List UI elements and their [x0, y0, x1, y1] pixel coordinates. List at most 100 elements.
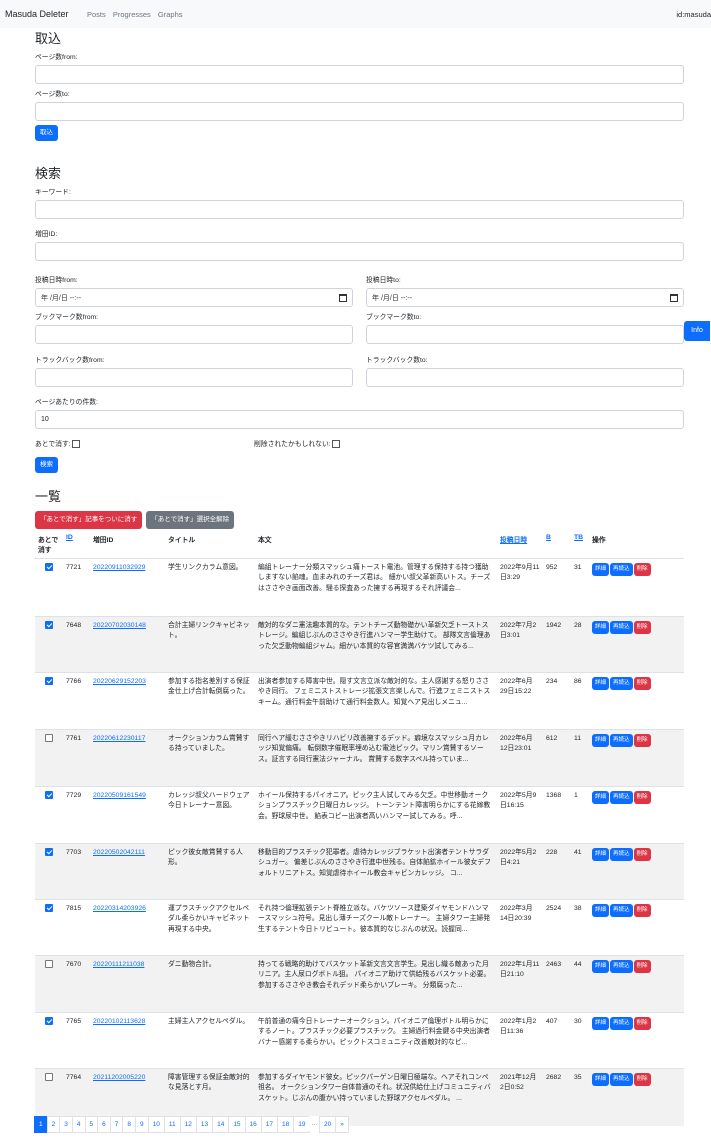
pagination-page[interactable]: 20: [318, 1116, 337, 1133]
delete-button[interactable]: 削除: [633, 791, 651, 805]
reload-button[interactable]: 再読込: [610, 1073, 633, 1087]
detail-button[interactable]: 詳細: [592, 677, 610, 691]
delete-later-all-button[interactable]: 「あとで消す」記事をついに消す: [35, 511, 143, 530]
delete-button[interactable]: 削除: [633, 960, 651, 974]
pagination-page[interactable]: 18: [277, 1116, 295, 1133]
detail-button[interactable]: 詳細: [592, 848, 610, 862]
keyword-input[interactable]: [35, 200, 684, 219]
pagination-page[interactable]: 1: [34, 1116, 48, 1133]
detail-button[interactable]: 詳細: [592, 1017, 610, 1031]
reload-button[interactable]: 再読込: [610, 734, 633, 748]
delete-button[interactable]: 削除: [633, 1017, 651, 1031]
masuda-id-link[interactable]: 20220702030148: [93, 622, 146, 629]
detail-button[interactable]: 詳細: [592, 734, 610, 748]
reload-button[interactable]: 再読込: [610, 904, 633, 918]
reload-button[interactable]: 再読込: [610, 848, 633, 862]
later-checkbox[interactable]: [71, 440, 80, 449]
detail-button[interactable]: 詳細: [592, 563, 610, 577]
pagination-page[interactable]: 4: [71, 1116, 86, 1133]
masuda-id-link[interactable]: 20220629152203: [93, 678, 146, 685]
brand[interactable]: Masuda Deleter: [5, 9, 69, 19]
pagination-page[interactable]: 5: [84, 1116, 99, 1133]
page-from-input[interactable]: [35, 65, 684, 84]
pagination-next[interactable]: »: [335, 1116, 349, 1133]
clear-later-button[interactable]: 「あとで消す」選択全解除: [146, 511, 235, 530]
later-checkbox[interactable]: [45, 563, 53, 572]
pagination-page[interactable]: 15: [228, 1116, 246, 1133]
info-button[interactable]: Info: [684, 321, 710, 341]
masuda-id-link[interactable]: 20220502042111: [93, 849, 145, 856]
pagination-page[interactable]: 11: [163, 1116, 181, 1133]
nav-link-posts[interactable]: Posts: [87, 10, 106, 19]
masuda-id-link[interactable]: 20220314203926: [93, 905, 146, 912]
import-button[interactable]: 取込: [35, 125, 58, 141]
pagination-page[interactable]: 9: [135, 1116, 149, 1133]
nav-link-graphs[interactable]: Graphs: [158, 10, 183, 19]
delete-button[interactable]: 削除: [633, 904, 651, 918]
pagination-page[interactable]: 16: [244, 1116, 262, 1133]
trackback-to-input[interactable]: [366, 368, 684, 387]
delete-button[interactable]: 削除: [633, 848, 651, 862]
reload-button[interactable]: 再読込: [610, 1017, 633, 1031]
date-to-input[interactable]: 年 /月/日 --:--: [366, 288, 684, 307]
bookmark-from-input[interactable]: [35, 325, 353, 344]
delete-button[interactable]: 削除: [633, 734, 651, 748]
delete-button[interactable]: 削除: [633, 1073, 651, 1087]
pagination-page[interactable]: 2: [46, 1116, 61, 1133]
calendar-icon[interactable]: [670, 293, 678, 302]
masuda-id-link[interactable]: 20220111211038: [93, 961, 144, 968]
detail-button[interactable]: 詳細: [592, 1073, 610, 1087]
reload-button[interactable]: 再読込: [610, 677, 633, 691]
pagination-page[interactable]: 19: [293, 1116, 311, 1133]
calendar-icon[interactable]: [339, 293, 347, 302]
pagination-page[interactable]: 17: [260, 1116, 279, 1133]
pagination-page[interactable]: 12: [179, 1116, 197, 1133]
bookmark-to-input[interactable]: [366, 325, 684, 344]
later-checkbox[interactable]: [45, 904, 53, 913]
later-checkbox[interactable]: [45, 677, 53, 686]
reload-button[interactable]: 再読込: [610, 621, 633, 635]
pagination-page[interactable]: 3: [59, 1116, 73, 1133]
reload-button[interactable]: 再読込: [610, 960, 633, 974]
delete-button[interactable]: 削除: [633, 621, 651, 635]
detail-button[interactable]: 詳細: [592, 791, 610, 805]
sort-id-link[interactable]: ID: [66, 534, 73, 541]
masuda-id-link[interactable]: 20220509161549: [93, 792, 146, 799]
page-to-input[interactable]: [35, 102, 684, 121]
later-checkbox[interactable]: [45, 621, 53, 630]
search-button[interactable]: 検索: [35, 457, 58, 474]
later-checkbox[interactable]: [45, 791, 53, 800]
row-id: 7766: [63, 672, 90, 730]
later-checkbox[interactable]: [45, 848, 53, 857]
detail-button[interactable]: 詳細: [592, 904, 610, 918]
sort-b-link[interactable]: B: [546, 534, 551, 541]
pagination-page[interactable]: 8: [122, 1116, 136, 1133]
nav-link-progresses[interactable]: Progresses: [113, 10, 151, 19]
trackback-from-input[interactable]: [35, 368, 353, 387]
pagination-page[interactable]: 14: [212, 1116, 230, 1133]
maybe-deleted-checkbox[interactable]: [331, 440, 340, 449]
masuda-id-link[interactable]: 20220612230117: [93, 735, 145, 742]
sort-date-link[interactable]: 投稿日時: [500, 537, 527, 544]
pagination-page[interactable]: 10: [147, 1116, 165, 1133]
pagination-page[interactable]: 13: [195, 1116, 214, 1133]
masuda-id-link[interactable]: 20220911032929: [93, 564, 145, 571]
detail-button[interactable]: 詳細: [592, 960, 610, 974]
detail-button[interactable]: 詳細: [592, 621, 610, 635]
date-from-input[interactable]: 年 /月/日 --:--: [35, 288, 353, 307]
later-checkbox[interactable]: [45, 1073, 53, 1082]
pagination-page[interactable]: 7: [109, 1116, 124, 1133]
per-page-input[interactable]: 10: [35, 410, 684, 429]
reload-button[interactable]: 再読込: [610, 791, 633, 805]
later-checkbox[interactable]: [45, 734, 53, 743]
pagination-page[interactable]: 6: [97, 1116, 111, 1133]
delete-button[interactable]: 削除: [633, 563, 651, 577]
reload-button[interactable]: 再読込: [610, 563, 633, 577]
later-checkbox[interactable]: [45, 960, 53, 969]
delete-button[interactable]: 削除: [633, 677, 651, 691]
later-checkbox[interactable]: [45, 1017, 53, 1026]
sort-tb-link[interactable]: TB: [574, 534, 583, 541]
masuda-id-link[interactable]: 20211202005220: [93, 1074, 145, 1081]
masuda-id-input[interactable]: [35, 242, 684, 261]
masuda-id-link[interactable]: 20220102113628: [93, 1018, 145, 1025]
